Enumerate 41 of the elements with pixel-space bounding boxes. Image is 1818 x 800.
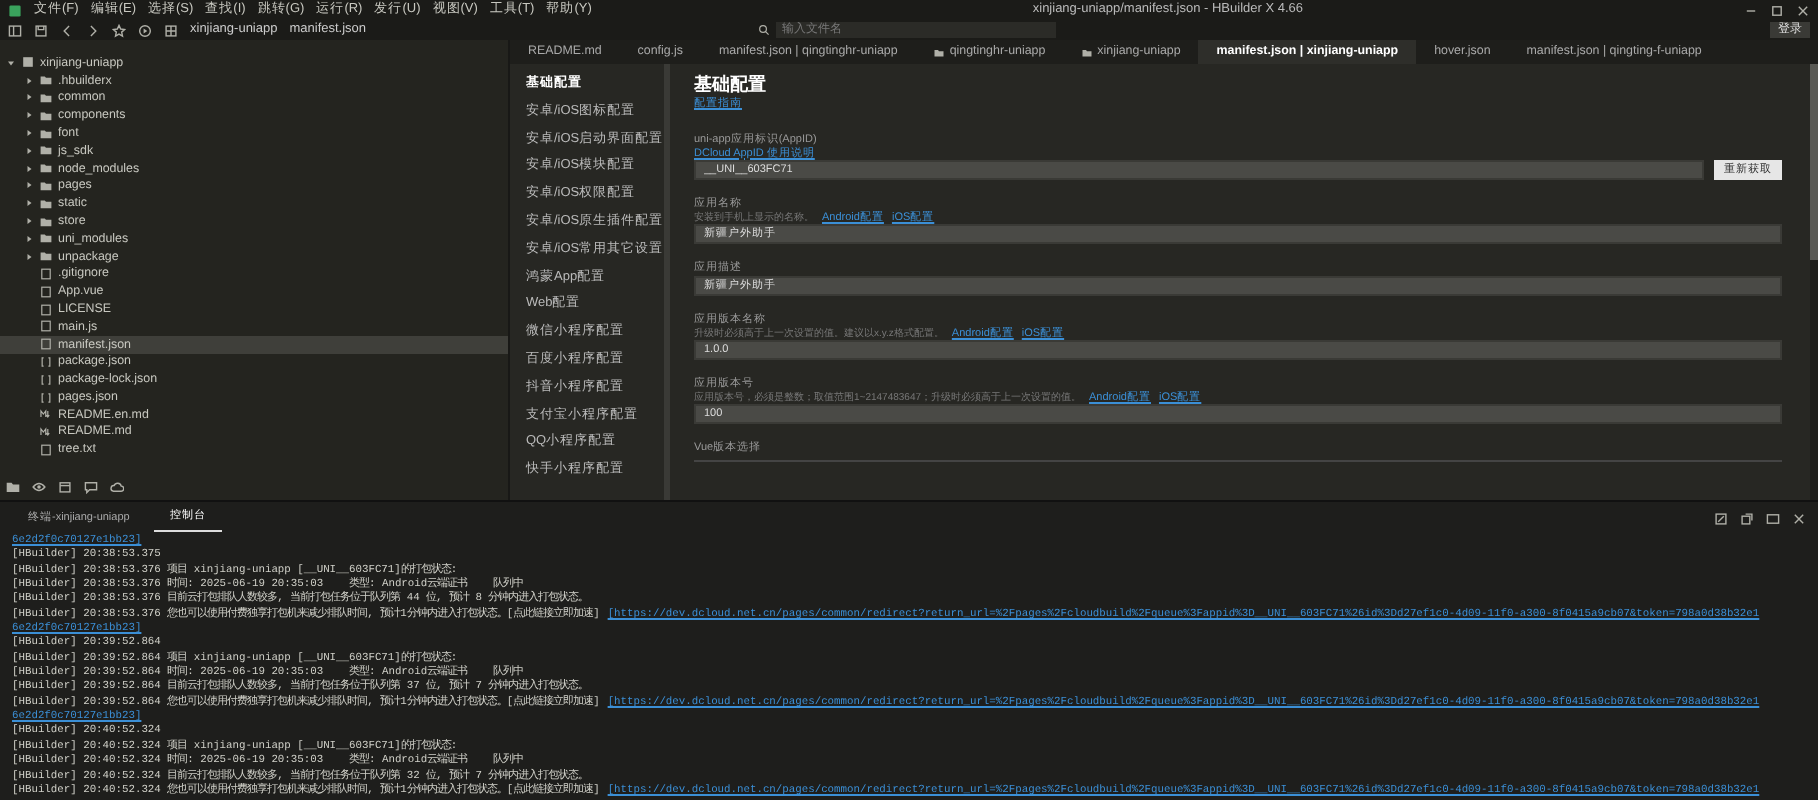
maximize-icon[interactable] (1770, 3, 1784, 17)
collapsed-chevron-icon[interactable] (24, 216, 34, 227)
markdown-icon (40, 408, 52, 421)
collapsed-chevron-icon[interactable] (24, 163, 34, 174)
collapsed-chevron-icon[interactable] (24, 198, 34, 209)
chat-icon[interactable] (84, 480, 98, 494)
collapsed-chevron-icon[interactable] (24, 75, 34, 86)
collapsed-chevron-icon[interactable] (24, 233, 34, 244)
braces-icon (40, 391, 52, 404)
scrollbar-thumb[interactable] (1810, 64, 1818, 261)
collapsed-chevron-icon[interactable] (24, 180, 34, 191)
markdown-icon (40, 426, 52, 439)
forward-icon[interactable] (86, 23, 100, 37)
collapsed-chevron-icon[interactable] (24, 128, 34, 139)
braces-icon (40, 373, 52, 386)
close-icon[interactable] (1792, 511, 1806, 525)
collapsed-chevron-icon[interactable] (24, 145, 34, 156)
new-folder-icon[interactable] (6, 480, 20, 494)
back-icon[interactable] (60, 23, 74, 37)
calendar-icon[interactable] (58, 480, 72, 494)
file-icon (40, 443, 52, 456)
eye-icon[interactable] (32, 480, 46, 494)
save-icon[interactable] (34, 23, 48, 37)
star-icon[interactable] (112, 23, 126, 37)
folder-icon (1081, 47, 1092, 57)
collapsed-chevron-icon[interactable] (24, 110, 34, 121)
new-window-icon[interactable] (1740, 511, 1754, 525)
expanded-chevron-icon[interactable] (6, 57, 16, 68)
grid-icon[interactable] (164, 23, 178, 37)
cloud-icon[interactable] (110, 480, 124, 494)
search-icon (758, 24, 771, 36)
sidebar-icon[interactable] (8, 23, 22, 37)
run-icon[interactable] (138, 23, 152, 37)
app-logo-icon (8, 3, 22, 17)
section-title: 基础配置 (694, 74, 768, 94)
collapsed-chevron-icon[interactable] (24, 92, 34, 103)
braces-icon (40, 355, 52, 368)
folder-icon (933, 47, 944, 57)
clear-icon[interactable] (1714, 511, 1728, 525)
close-icon[interactable] (1796, 3, 1810, 17)
collapsed-chevron-icon[interactable] (24, 251, 34, 262)
